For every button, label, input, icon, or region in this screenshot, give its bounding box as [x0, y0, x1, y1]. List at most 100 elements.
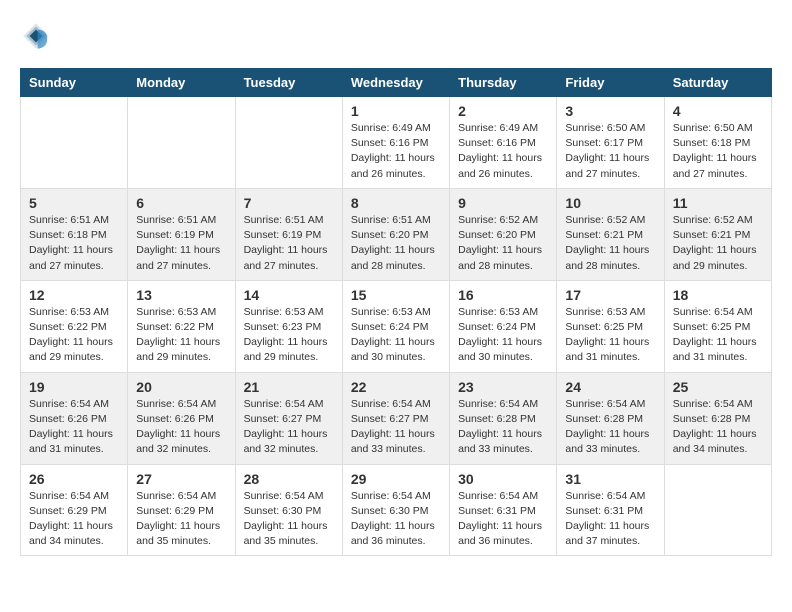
calendar-cell: 29Sunrise: 6:54 AM Sunset: 6:30 PM Dayli…	[342, 464, 449, 556]
day-info: Sunrise: 6:53 AM Sunset: 6:22 PM Dayligh…	[29, 305, 119, 366]
day-info: Sunrise: 6:51 AM Sunset: 6:19 PM Dayligh…	[244, 213, 334, 274]
weekday-header-sunday: Sunday	[21, 69, 128, 97]
day-number: 7	[244, 195, 334, 211]
day-number: 6	[136, 195, 226, 211]
calendar-cell: 1Sunrise: 6:49 AM Sunset: 6:16 PM Daylig…	[342, 97, 449, 189]
day-info: Sunrise: 6:50 AM Sunset: 6:18 PM Dayligh…	[673, 121, 763, 182]
day-info: Sunrise: 6:53 AM Sunset: 6:25 PM Dayligh…	[565, 305, 655, 366]
day-info: Sunrise: 6:53 AM Sunset: 6:24 PM Dayligh…	[351, 305, 441, 366]
calendar-cell: 31Sunrise: 6:54 AM Sunset: 6:31 PM Dayli…	[557, 464, 664, 556]
day-number: 16	[458, 287, 548, 303]
calendar-cell: 11Sunrise: 6:52 AM Sunset: 6:21 PM Dayli…	[664, 188, 771, 280]
calendar-cell: 28 Sunrise: 6:54 AM Sunset: 6:30 PM Dayli…	[235, 464, 342, 556]
calendar-header-row: SundayMondayTuesdayWednesdayThursdayFrid…	[21, 69, 772, 97]
day-info: Sunrise: 6:54 AM Sunset: 6:27 PM Dayligh…	[351, 397, 441, 458]
day-number: 14	[244, 287, 334, 303]
calendar-cell: 13Sunrise: 6:53 AM Sunset: 6:22 PM Dayli…	[128, 280, 235, 372]
day-number: 2	[458, 103, 548, 119]
day-info: Sunrise: 6:54 AM Sunset: 6:31 PM Dayligh…	[565, 489, 655, 550]
day-info: Sunrise: 6:54 AM Sunset: 6:31 PM Dayligh…	[458, 489, 548, 550]
calendar-week-2: 5 Sunrise: 6:51 AM Sunset: 6:18 PM Daylig…	[21, 188, 772, 280]
calendar-cell: 17 Sunrise: 6:53 AM Sunset: 6:25 PM Dayli…	[557, 280, 664, 372]
day-number: 8	[351, 195, 441, 211]
day-info: Sunrise: 6:54 AM Sunset: 6:30 PM Dayligh…	[351, 489, 441, 550]
day-number: 25	[673, 379, 763, 395]
weekday-header-friday: Friday	[557, 69, 664, 97]
day-info: Sunrise: 6:51 AM Sunset: 6:18 PM Dayligh…	[29, 213, 119, 274]
calendar-cell: 12 Sunrise: 6:53 AM Sunset: 6:22 PM Dayli…	[21, 280, 128, 372]
calendar-cell: 21 Sunrise: 6:54 AM Sunset: 6:27 PM Dayli…	[235, 372, 342, 464]
day-number: 27	[136, 471, 226, 487]
day-info: Sunrise: 6:54 AM Sunset: 6:27 PM Dayligh…	[244, 397, 334, 458]
calendar-cell: 9 Sunrise: 6:52 AM Sunset: 6:20 PM Daylig…	[450, 188, 557, 280]
calendar-cell: 22 Sunrise: 6:54 AM Sunset: 6:27 PM Dayli…	[342, 372, 449, 464]
calendar-week-4: 19 Sunrise: 6:54 AM Sunset: 6:26 PM Dayli…	[21, 372, 772, 464]
calendar-body: 1Sunrise: 6:49 AM Sunset: 6:16 PM Daylig…	[21, 97, 772, 556]
weekday-header-saturday: Saturday	[664, 69, 771, 97]
day-info: Sunrise: 6:54 AM Sunset: 6:25 PM Dayligh…	[673, 305, 763, 366]
day-number: 9	[458, 195, 548, 211]
calendar-cell: 3 Sunrise: 6:50 AM Sunset: 6:17 PM Daylig…	[557, 97, 664, 189]
calendar-cell: 30 Sunrise: 6:54 AM Sunset: 6:31 PM Dayli…	[450, 464, 557, 556]
day-number: 21	[244, 379, 334, 395]
logo	[20, 20, 56, 52]
calendar-cell: 8 Sunrise: 6:51 AM Sunset: 6:20 PM Daylig…	[342, 188, 449, 280]
day-number: 11	[673, 195, 763, 211]
calendar-cell: 10Sunrise: 6:52 AM Sunset: 6:21 PM Dayli…	[557, 188, 664, 280]
calendar-cell	[21, 97, 128, 189]
day-info: Sunrise: 6:49 AM Sunset: 6:16 PM Dayligh…	[458, 121, 548, 182]
calendar-cell: 14 Sunrise: 6:53 AM Sunset: 6:23 PM Dayli…	[235, 280, 342, 372]
day-number: 30	[458, 471, 548, 487]
day-info: Sunrise: 6:50 AM Sunset: 6:17 PM Dayligh…	[565, 121, 655, 182]
calendar-cell: 20 Sunrise: 6:54 AM Sunset: 6:26 PM Dayli…	[128, 372, 235, 464]
day-number: 19	[29, 379, 119, 395]
day-number: 12	[29, 287, 119, 303]
day-info: Sunrise: 6:54 AM Sunset: 6:29 PM Dayligh…	[29, 489, 119, 550]
day-number: 5	[29, 195, 119, 211]
weekday-header-tuesday: Tuesday	[235, 69, 342, 97]
calendar-cell	[128, 97, 235, 189]
day-number: 17	[565, 287, 655, 303]
calendar-week-5: 26 Sunrise: 6:54 AM Sunset: 6:29 PM Dayli…	[21, 464, 772, 556]
calendar-cell: 7 Sunrise: 6:51 AM Sunset: 6:19 PM Daylig…	[235, 188, 342, 280]
day-info: Sunrise: 6:52 AM Sunset: 6:21 PM Dayligh…	[565, 213, 655, 274]
logo-icon	[20, 20, 52, 52]
calendar-table: SundayMondayTuesdayWednesdayThursdayFrid…	[20, 68, 772, 556]
calendar-week-1: 1Sunrise: 6:49 AM Sunset: 6:16 PM Daylig…	[21, 97, 772, 189]
day-info: Sunrise: 6:53 AM Sunset: 6:24 PM Dayligh…	[458, 305, 548, 366]
calendar-week-3: 12 Sunrise: 6:53 AM Sunset: 6:22 PM Dayli…	[21, 280, 772, 372]
day-info: Sunrise: 6:54 AM Sunset: 6:26 PM Dayligh…	[136, 397, 226, 458]
weekday-header-thursday: Thursday	[450, 69, 557, 97]
day-number: 20	[136, 379, 226, 395]
day-number: 28	[244, 471, 334, 487]
calendar-cell: 2 Sunrise: 6:49 AM Sunset: 6:16 PM Daylig…	[450, 97, 557, 189]
calendar-cell: 6 Sunrise: 6:51 AM Sunset: 6:19 PM Daylig…	[128, 188, 235, 280]
day-info: Sunrise: 6:54 AM Sunset: 6:28 PM Dayligh…	[458, 397, 548, 458]
day-info: Sunrise: 6:54 AM Sunset: 6:28 PM Dayligh…	[565, 397, 655, 458]
day-info: Sunrise: 6:51 AM Sunset: 6:20 PM Dayligh…	[351, 213, 441, 274]
day-number: 18	[673, 287, 763, 303]
day-info: Sunrise: 6:52 AM Sunset: 6:20 PM Dayligh…	[458, 213, 548, 274]
day-number: 4	[673, 103, 763, 119]
calendar-cell: 16 Sunrise: 6:53 AM Sunset: 6:24 PM Dayli…	[450, 280, 557, 372]
day-info: Sunrise: 6:54 AM Sunset: 6:30 PM Dayligh…	[244, 489, 334, 550]
day-info: Sunrise: 6:53 AM Sunset: 6:23 PM Dayligh…	[244, 305, 334, 366]
day-number: 3	[565, 103, 655, 119]
calendar-cell: 15Sunrise: 6:53 AM Sunset: 6:24 PM Dayli…	[342, 280, 449, 372]
weekday-header-monday: Monday	[128, 69, 235, 97]
calendar-cell: 27Sunrise: 6:54 AM Sunset: 6:29 PM Dayli…	[128, 464, 235, 556]
calendar-cell: 19 Sunrise: 6:54 AM Sunset: 6:26 PM Dayli…	[21, 372, 128, 464]
day-info: Sunrise: 6:54 AM Sunset: 6:26 PM Dayligh…	[29, 397, 119, 458]
day-info: Sunrise: 6:51 AM Sunset: 6:19 PM Dayligh…	[136, 213, 226, 274]
calendar-cell: 23 Sunrise: 6:54 AM Sunset: 6:28 PM Dayli…	[450, 372, 557, 464]
calendar-cell: 5 Sunrise: 6:51 AM Sunset: 6:18 PM Daylig…	[21, 188, 128, 280]
page-header	[20, 20, 772, 52]
calendar-cell: 25Sunrise: 6:54 AM Sunset: 6:28 PM Dayli…	[664, 372, 771, 464]
day-number: 26	[29, 471, 119, 487]
weekday-header-wednesday: Wednesday	[342, 69, 449, 97]
day-info: Sunrise: 6:49 AM Sunset: 6:16 PM Dayligh…	[351, 121, 441, 182]
day-number: 13	[136, 287, 226, 303]
day-number: 23	[458, 379, 548, 395]
calendar-cell	[664, 464, 771, 556]
day-number: 22	[351, 379, 441, 395]
